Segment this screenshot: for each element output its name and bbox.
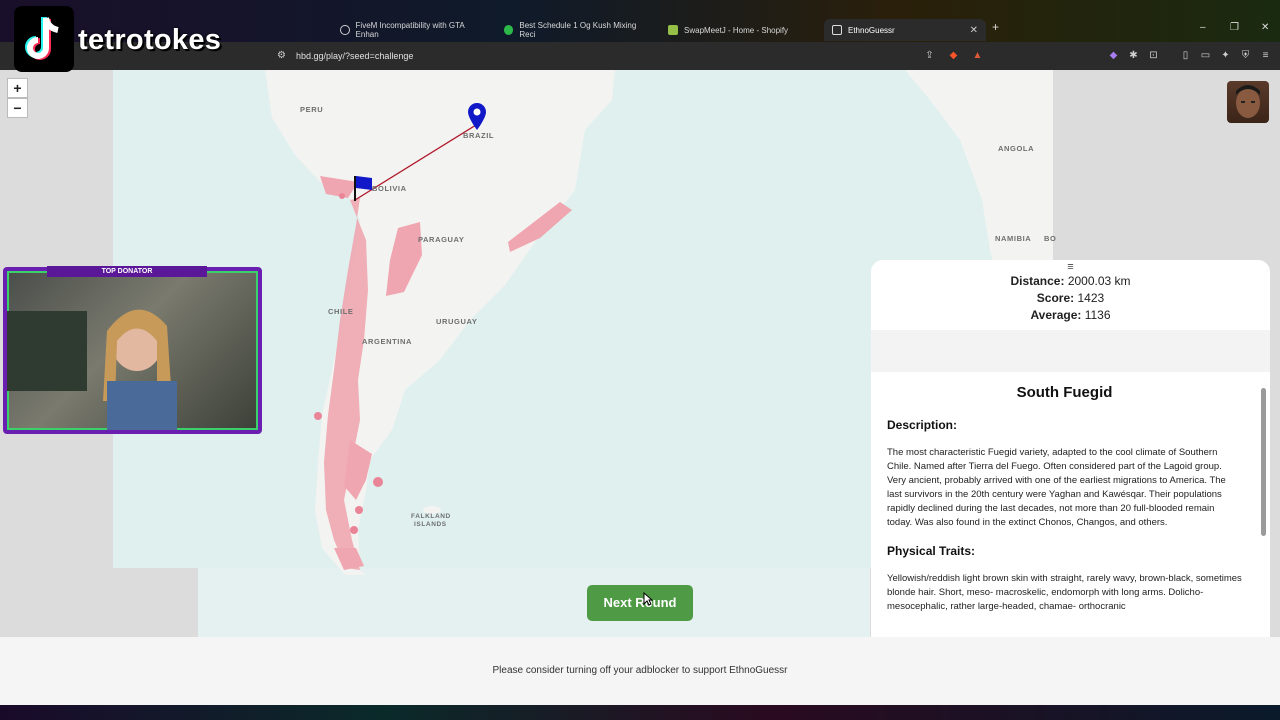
traits-heading: Physical Traits: — [887, 544, 976, 558]
close-window-icon[interactable]: ✕ — [1261, 22, 1269, 33]
screen: FiveM Incompatibility with GTA Enhan Bes… — [0, 0, 1280, 720]
scrollbar-thumb[interactable] — [1261, 388, 1266, 536]
map-label-peru: PERU — [300, 105, 324, 114]
ocean-south — [198, 568, 870, 637]
flag-icon[interactable] — [352, 174, 374, 202]
average-label: Average: — [1030, 308, 1082, 322]
panel-scrollbar[interactable] — [1261, 376, 1266, 638]
tab-favicon-icon — [340, 25, 350, 35]
tab-search-icon[interactable]: ⊡ — [1148, 50, 1159, 61]
share-icon[interactable]: ⇪ — [924, 50, 935, 61]
ethnicity-title: South Fuegid — [1016, 384, 1113, 401]
region-dot — [373, 477, 383, 487]
score-label: Score: — [1036, 291, 1075, 305]
leo-icon[interactable]: ✦ — [1220, 50, 1231, 61]
region-dot — [339, 193, 345, 199]
result-panel: ≡ Distance: 2000.03 km Score: 1423 Avera… — [871, 260, 1270, 638]
webcam-feed — [7, 309, 177, 430]
map-label-brazil: BRAZIL — [463, 131, 495, 140]
tab-label: EthnoGuessr — [848, 25, 895, 35]
next-round-button[interactable]: Next Round — [587, 585, 693, 621]
drag-handle-icon[interactable]: ≡ — [871, 260, 1270, 273]
tab-label: SwapMeetJ - Home - Shopify — [684, 25, 789, 35]
zoom-out-button[interactable]: − — [7, 98, 28, 118]
map-label-uruguay: URUGUAY — [436, 317, 478, 326]
result-summary: ≡ Distance: 2000.03 km Score: 1423 Avera… — [871, 260, 1270, 330]
map-label-namibia: NAMIBIA — [995, 234, 1032, 243]
minimize-icon[interactable]: – — [1200, 22, 1206, 33]
tab-schedule[interactable]: Best Schedule 1 Og Kush Mixing Reci — [496, 19, 654, 41]
mouse-cursor-icon — [643, 592, 653, 606]
vpn-icon[interactable]: ⛨ — [1240, 50, 1251, 61]
tab-shopify[interactable]: SwapMeetJ - Home - Shopify — [660, 19, 818, 41]
avatar[interactable] — [1227, 81, 1269, 123]
map-label-islands: ISLANDS — [414, 521, 447, 528]
description-heading: Description: — [887, 418, 958, 432]
tab-favicon-icon — [832, 25, 842, 35]
shopify-icon — [668, 25, 678, 35]
average-value: 1136 — [1084, 308, 1111, 322]
wallet-panel-icon[interactable]: ▭ — [1200, 50, 1211, 61]
tab-ethnoguessr[interactable]: EthnoGuessr ✕ — [824, 19, 986, 41]
sidebar-icon[interactable]: ▯ — [1180, 50, 1191, 61]
map-label-falkland: FALKLAND — [411, 513, 451, 520]
distance-value: 2000.03 km — [1067, 274, 1131, 288]
brave-shield-icon[interactable]: ◆ — [948, 50, 959, 61]
map-label-botswana: BO — [1044, 234, 1057, 243]
rewards-icon[interactable]: ▲ — [972, 50, 983, 61]
zoom-in-button[interactable]: + — [7, 78, 28, 98]
site-info-icon[interactable]: ⚙ — [276, 50, 287, 61]
score-value: 1423 — [1077, 291, 1105, 305]
map-label-bolivia: BOLIVIA — [372, 184, 407, 193]
region-dot — [350, 526, 358, 534]
map-label-chile: CHILE — [328, 307, 354, 316]
score-stat: Score: 1423 — [871, 290, 1270, 307]
map-label-angola: ANGOLA — [998, 144, 1035, 153]
distance-stat: Distance: 2000.03 km — [871, 273, 1270, 290]
distance-label: Distance: — [1010, 274, 1065, 288]
wallet-icon[interactable]: ◆ — [1108, 50, 1119, 61]
region-dot — [314, 412, 322, 420]
average-stat: Average: 1136 — [871, 307, 1270, 324]
tab-label: FiveM Incompatibility with GTA Enhan — [355, 21, 465, 39]
tiktok-logo-icon — [14, 6, 74, 72]
tab-favicon-icon — [504, 25, 514, 35]
streamer-brand: tetrotokes — [4, 6, 259, 72]
new-tab-icon[interactable]: + — [992, 20, 999, 34]
pin-icon[interactable] — [467, 103, 487, 131]
traits-text: Yellowish/reddish light brown skin with … — [887, 573, 1242, 612]
tab-fivem[interactable]: FiveM Incompatibility with GTA Enhan — [332, 19, 490, 41]
ethnicity-info[interactable]: South Fuegid Description: The most chara… — [871, 372, 1270, 638]
adblock-notice: Please consider turning off your adblock… — [0, 637, 1280, 705]
tab-label: Best Schedule 1 Og Kush Mixing Reci — [519, 21, 637, 39]
stream-overlay-border — [0, 705, 1280, 720]
close-tab-icon[interactable]: ✕ — [970, 25, 978, 36]
maximize-icon[interactable]: ❐ — [1230, 22, 1239, 33]
region-dot — [355, 506, 363, 514]
menu-icon[interactable]: ≡ — [1260, 50, 1271, 61]
url-text[interactable]: hbd.gg/play/?seed=challenge — [296, 51, 413, 61]
map-label-paraguay: PARAGUAY — [418, 235, 465, 244]
map-label-argentina: ARGENTINA — [362, 337, 412, 346]
extensions-icon[interactable]: ✱ — [1128, 50, 1139, 61]
streamer-name: tetrotokes — [78, 24, 222, 56]
description-text: The most characteristic Fuegid variety, … — [887, 447, 1226, 528]
webcam-overlay: TOP DONATOR — [3, 266, 262, 434]
top-donator-badge: TOP DONATOR — [47, 266, 207, 277]
